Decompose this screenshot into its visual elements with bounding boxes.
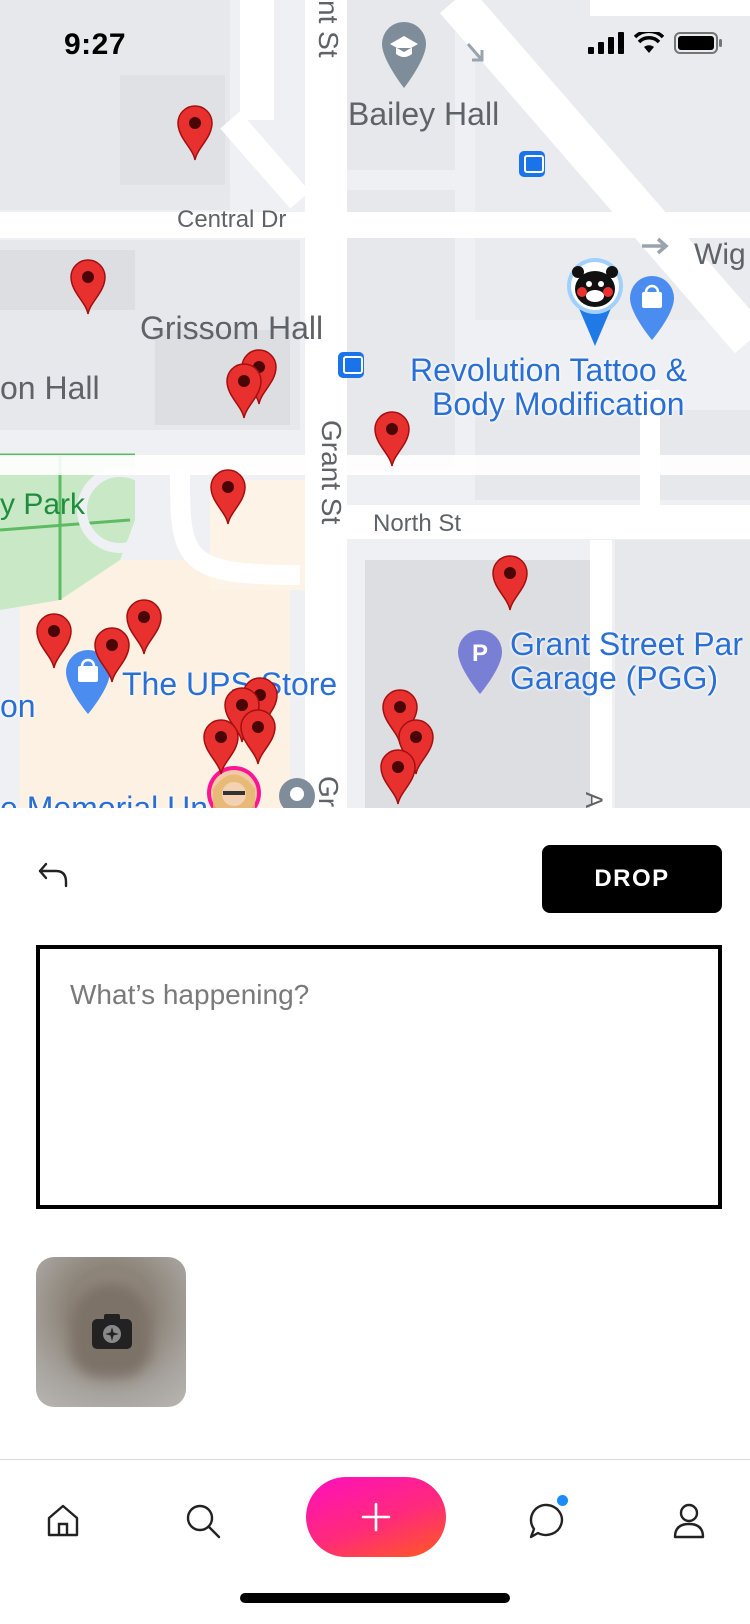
map-view[interactable]: 9:27 Central Dr North St Grant St nt St …	[0, 0, 750, 808]
bus-stop-icon[interactable]	[519, 151, 545, 177]
drop-button[interactable]: DROP	[542, 845, 722, 913]
status-icons	[588, 32, 722, 54]
place-label-garage-line2[interactable]: Garage (PGG)	[510, 662, 718, 694]
back-button[interactable]	[36, 858, 72, 894]
map-pin-marker[interactable]	[238, 708, 278, 766]
compose-box[interactable]	[36, 945, 722, 1209]
home-indicator	[240, 1593, 510, 1603]
street-label-central-dr: Central Dr	[177, 206, 287, 233]
street-label-grant-st-top: nt St	[313, 0, 344, 58]
map-pin-marker[interactable]	[208, 468, 248, 526]
place-label-left-partial[interactable]: on	[0, 690, 36, 722]
profile-icon	[673, 1503, 705, 1539]
bus-stop-icon[interactable]	[338, 352, 364, 378]
place-label-wig-partial[interactable]: Wig	[694, 240, 746, 270]
map-pin-marker[interactable]	[490, 554, 530, 612]
school-poi-icon[interactable]	[380, 20, 428, 90]
parking-label: P	[472, 640, 488, 667]
street-label-grant-st: Grant St	[316, 420, 347, 525]
direction-arrow-icon	[466, 43, 484, 62]
camera-icon	[92, 1314, 132, 1349]
map-pin-marker[interactable]	[372, 410, 412, 468]
shopping-poi-icon[interactable]	[628, 274, 676, 342]
map-pin-marker[interactable]	[68, 258, 108, 316]
post-text-input[interactable]	[40, 949, 718, 1205]
street-label-gr-bottom: Gr	[313, 776, 344, 808]
create-post-button[interactable]	[306, 1477, 446, 1557]
place-label-on-hall[interactable]: on Hall	[0, 372, 100, 404]
place-label-grissom-hall[interactable]: Grissom Hall	[140, 312, 323, 344]
map-pin-marker[interactable]	[92, 626, 132, 684]
search-icon	[186, 1504, 221, 1539]
parking-poi-icon[interactable]: P	[456, 628, 504, 696]
mascot-avatar-pin[interactable]	[564, 256, 626, 348]
location-poi-icon[interactable]	[278, 772, 316, 808]
add-photo-button[interactable]	[36, 1257, 186, 1407]
tab-profile[interactable]	[668, 1500, 710, 1542]
map-pin-marker[interactable]	[34, 612, 74, 670]
place-label-bailey-hall[interactable]: Bailey Hall	[348, 98, 499, 130]
map-pin-marker[interactable]	[175, 104, 215, 162]
street-label-a-bottom: A	[580, 792, 607, 808]
battery-icon	[674, 32, 722, 54]
place-label-revolution-line1[interactable]: Revolution Tattoo &	[410, 354, 687, 386]
map-pin-marker[interactable]	[201, 718, 241, 776]
place-label-park[interactable]: y Park	[0, 490, 85, 520]
place-label-garage-line1[interactable]: Grant Street Par	[510, 628, 743, 660]
map-pin-marker[interactable]	[378, 748, 418, 806]
tab-messages[interactable]	[526, 1500, 568, 1542]
cellular-signal-icon	[588, 32, 624, 54]
street-label-north-st: North St	[373, 510, 462, 537]
tab-home[interactable]	[42, 1500, 84, 1542]
chat-bubble-icon	[529, 1503, 564, 1539]
place-label-memorial[interactable]: e Memorial Un	[0, 792, 208, 808]
notification-dot	[557, 1495, 568, 1506]
status-time: 9:27	[64, 28, 127, 61]
undo-arrow-icon	[38, 862, 68, 888]
place-label-revolution-line2[interactable]: Body Modification	[432, 388, 685, 420]
create-plus-icon	[361, 1502, 391, 1532]
map-pin-marker[interactable]	[224, 362, 264, 420]
direction-arrow-icon	[642, 237, 669, 255]
wifi-icon	[634, 32, 664, 53]
home-icon	[47, 1504, 79, 1537]
tab-search[interactable]	[182, 1500, 224, 1542]
